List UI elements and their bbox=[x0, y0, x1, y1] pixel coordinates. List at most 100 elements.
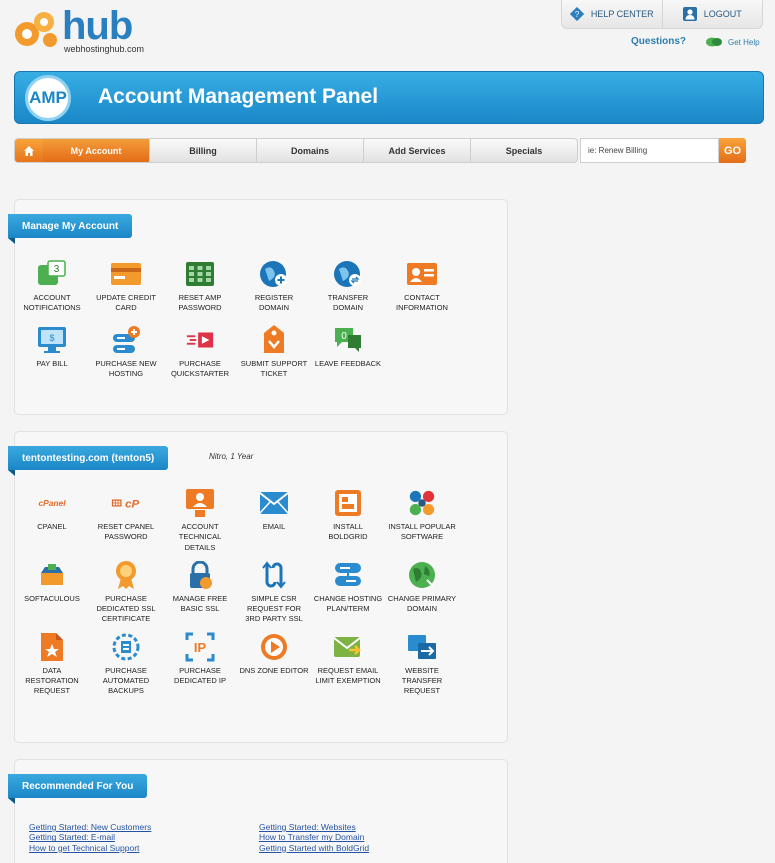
tile-label: SIMPLE CSR REQUEST FOR 3RD PARTY SSL bbox=[245, 593, 303, 624]
backup-icon bbox=[112, 633, 140, 661]
install-popular-software-tile[interactable]: INSTALL POPULAR SOFTWARE bbox=[385, 489, 459, 553]
svg-text:cPanel: cPanel bbox=[38, 498, 66, 508]
tile-label: DNS ZONE EDITOR bbox=[239, 665, 309, 675]
tile-label: WEBSITE TRANSFER REQUEST bbox=[401, 665, 443, 696]
tile-label: CONTACT INFORMATION bbox=[396, 293, 448, 313]
quickstarter-icon bbox=[186, 332, 214, 348]
svg-text:cP: cP bbox=[125, 498, 139, 510]
restore-file-icon bbox=[41, 632, 63, 661]
install-boldgrid-tile[interactable]: INSTALL BOLDGRID bbox=[311, 489, 385, 553]
page-title: Account Management Panel bbox=[98, 85, 379, 108]
svg-text:?: ? bbox=[575, 10, 580, 19]
tile-label: LEAVE FEEDBACK bbox=[314, 358, 382, 368]
softaculous-icon bbox=[41, 563, 63, 585]
hosting-account-panel: tentontesting.com (tenton5) Nitro, 1 Yea… bbox=[8, 431, 508, 743]
dedicated-ip-icon: IP bbox=[185, 632, 215, 662]
ssl-ribbon-icon bbox=[116, 560, 136, 589]
recommended-panel: Recommended For You Getting Started: New… bbox=[8, 759, 508, 863]
recommended-link[interactable]: Getting Started: Websites bbox=[259, 822, 369, 832]
transfer-domain-tile[interactable]: TRANSFER DOMAIN bbox=[311, 260, 385, 314]
reset-cpanel-password-tile[interactable]: cP RESET CPANEL PASSWORD bbox=[89, 489, 163, 553]
get-help-label: Get Help bbox=[728, 37, 760, 47]
globe-transfer-icon bbox=[334, 261, 361, 287]
tile-label: PAY BILL bbox=[36, 358, 68, 368]
ticket-icon bbox=[264, 324, 284, 353]
help-center-link[interactable]: ? HELP CENTER bbox=[562, 0, 662, 28]
credit-card-icon bbox=[111, 263, 141, 285]
purchase-dedicated-ssl-tile[interactable]: PURCHASE DEDICATED SSL CERTIFICATE bbox=[89, 560, 163, 625]
recommended-link[interactable]: Getting Started with BoldGrid bbox=[259, 843, 369, 853]
cpanel-logo-icon: cPanel bbox=[38, 498, 66, 508]
amp-badge: AMP bbox=[25, 75, 71, 121]
tile-label: DATA RESTORATION REQUEST bbox=[25, 665, 79, 696]
tile-label: INSTALL BOLDGRID bbox=[328, 522, 368, 542]
recommended-link[interactable]: Getting Started: E-mail bbox=[29, 832, 151, 842]
register-domain-tile[interactable]: REGISTER DOMAIN bbox=[237, 260, 311, 314]
tile-label: ACCOUNT NOTIFICATIONS bbox=[23, 293, 81, 313]
tile-label: PURCHASE DEDICATED SSL CERTIFICATE bbox=[96, 593, 156, 624]
logo-domain: webhostinghub.com bbox=[64, 44, 145, 54]
logout-label: LOGOUT bbox=[703, 9, 742, 19]
purchase-automated-backups-tile[interactable]: PURCHASE AUTOMATED BACKUPS bbox=[89, 633, 163, 697]
dns-zone-editor-tile[interactable]: DNS ZONE EDITOR bbox=[237, 633, 311, 697]
tile-label: CHANGE HOSTING PLAN/TERM bbox=[313, 593, 383, 614]
purchase-quickstarter-tile[interactable]: PURCHASE QUICKSTARTER bbox=[163, 326, 237, 380]
tab-specials[interactable]: Specials bbox=[470, 139, 577, 162]
email-limit-exemption-tile[interactable]: REQUEST EMAIL LIMIT EXEMPTION bbox=[311, 633, 385, 697]
tab-my-account[interactable]: My Account bbox=[43, 139, 149, 162]
purchase-new-hosting-tile[interactable]: PURCHASE NEW HOSTING bbox=[89, 325, 163, 380]
change-primary-domain-tile[interactable]: CHANGE PRIMARY DOMAIN bbox=[385, 561, 459, 625]
home-button[interactable] bbox=[15, 139, 43, 162]
pay-bill-tile[interactable]: $ PAY BILL bbox=[15, 326, 89, 380]
tile-label: TRANSFER DOMAIN bbox=[327, 293, 369, 313]
home-icon bbox=[24, 145, 34, 156]
tab-domains[interactable]: Domains bbox=[256, 139, 363, 162]
update-credit-card-tile[interactable]: UPDATE CREDIT CARD bbox=[89, 260, 163, 314]
hub-logo[interactable]: hub webhostinghub.com bbox=[14, 4, 154, 56]
reset-amp-password-tile[interactable]: RESET AMP PASSWORD bbox=[163, 260, 237, 314]
email-tile[interactable]: EMAIL bbox=[237, 489, 311, 553]
chat-bubble-icon bbox=[706, 37, 722, 47]
purchase-dedicated-ip-tile[interactable]: IP PURCHASE DEDICATED IP bbox=[163, 632, 237, 697]
user-icon bbox=[682, 7, 697, 21]
amp-banner: AMP Account Management Panel bbox=[14, 71, 764, 124]
top-links: ? HELP CENTER LOGOUT bbox=[561, 0, 763, 29]
change-hosting-plan-tile[interactable]: CHANGE HOSTING PLAN/TERM bbox=[311, 561, 385, 625]
notifications-icon: 3 bbox=[38, 260, 66, 285]
logo-wordmark: hub bbox=[62, 4, 133, 48]
tile-label: PURCHASE NEW HOSTING bbox=[95, 358, 157, 378]
tile-label: CPANEL bbox=[37, 522, 67, 531]
manage-free-basic-ssl-tile[interactable]: MANAGE FREE BASIC SSL bbox=[163, 560, 237, 625]
recommended-link[interactable]: How to Transfer my Domain bbox=[259, 832, 369, 842]
hosting-plan: Nitro, 1 Year bbox=[209, 452, 254, 461]
recommended-link[interactable]: How to get Technical Support bbox=[29, 843, 151, 853]
go-button[interactable]: GO bbox=[719, 138, 746, 163]
data-restoration-tile[interactable]: DATA RESTORATION REQUEST bbox=[15, 632, 89, 697]
csr-request-icon bbox=[262, 561, 286, 589]
cpanel-tile[interactable]: cPanel CPANEL bbox=[15, 489, 89, 553]
tile-label: SOFTACULOUS bbox=[24, 593, 80, 603]
recommended-link[interactable]: Getting Started: New Customers bbox=[29, 822, 151, 832]
envelope-icon bbox=[259, 492, 289, 514]
tab-billing[interactable]: Billing bbox=[149, 139, 256, 162]
tile-label: INSTALL POPULAR SOFTWARE bbox=[388, 522, 456, 542]
tile-label: RESET CPANEL PASSWORD bbox=[97, 522, 155, 542]
logout-link[interactable]: LOGOUT bbox=[661, 0, 763, 28]
server-change-icon bbox=[335, 562, 361, 586]
tile-label: PURCHASE AUTOMATED BACKUPS bbox=[102, 665, 150, 696]
contact-information-tile[interactable]: CONTACT INFORMATION bbox=[385, 260, 459, 314]
submit-support-ticket-tile[interactable]: SUBMIT SUPPORT TICKET bbox=[237, 324, 311, 380]
tile-label: MANAGE FREE BASIC SSL bbox=[172, 593, 228, 614]
svg-text:3: 3 bbox=[54, 264, 60, 275]
get-help-link[interactable]: Get Help bbox=[705, 36, 760, 48]
account-notifications-tile[interactable]: 3 ACCOUNT NOTIFICATIONS bbox=[15, 260, 89, 314]
website-transfer-tile[interactable]: WEBSITE TRANSFER REQUEST bbox=[385, 633, 459, 697]
svg-text:0: 0 bbox=[341, 331, 347, 342]
leave-feedback-tile[interactable]: 0 LEAVE FEEDBACK bbox=[311, 326, 385, 380]
tab-add-services[interactable]: Add Services bbox=[363, 139, 470, 162]
search-input[interactable] bbox=[580, 138, 719, 163]
main-nav: My Account Billing Domains Add Services … bbox=[14, 138, 578, 163]
account-technical-details-tile[interactable]: ACCOUNT TECHNICAL DETAILS bbox=[163, 489, 237, 553]
simple-csr-request-tile[interactable]: SIMPLE CSR REQUEST FOR 3RD PARTY SSL bbox=[237, 561, 311, 625]
softaculous-tile[interactable]: SOFTACULOUS bbox=[15, 561, 89, 625]
